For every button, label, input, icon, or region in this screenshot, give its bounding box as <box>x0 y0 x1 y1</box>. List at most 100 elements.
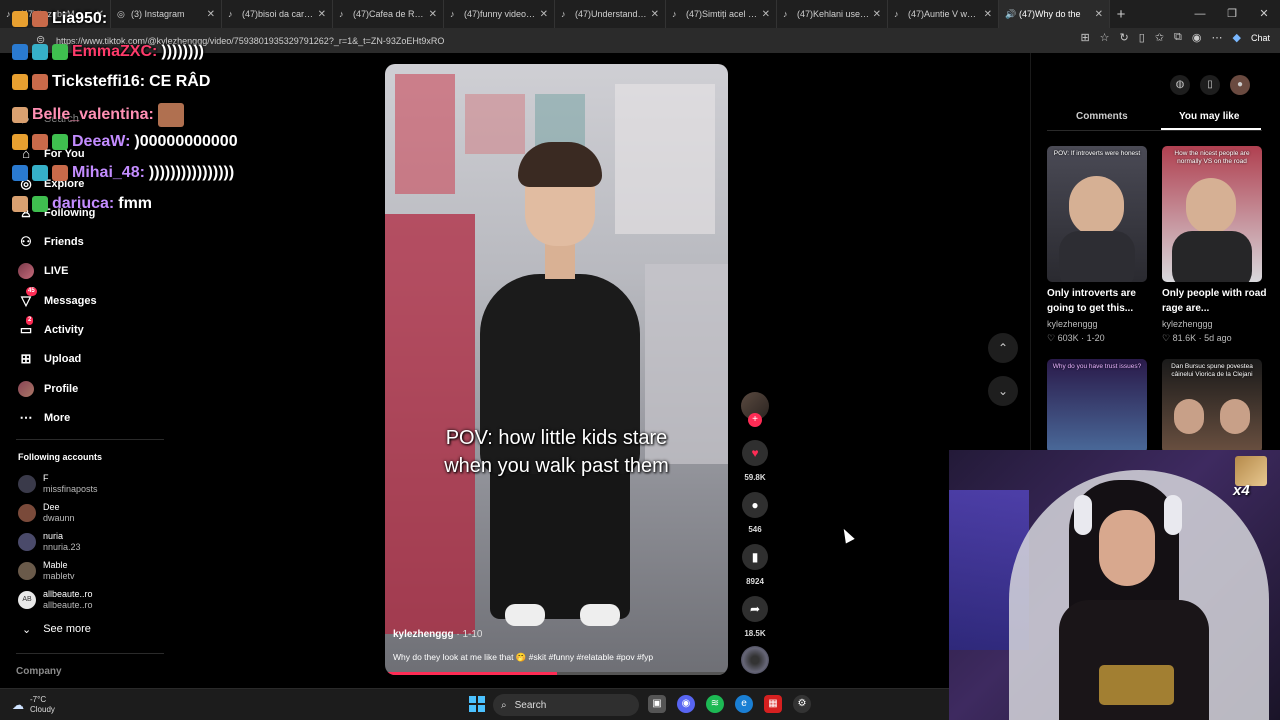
thumb-shirt <box>1059 231 1135 282</box>
video-description: Why do they look at me like that 🤭 #skit… <box>393 652 654 662</box>
browser-tab[interactable]: ♪ (47)funny video #sa ✕ <box>444 0 555 28</box>
friends-icon: ⚇ <box>20 234 32 249</box>
more-menu-icon[interactable]: ⋯ <box>1212 31 1223 44</box>
recommended-author[interactable]: kylezhenggg <box>1047 319 1098 329</box>
recommended-video-thumb[interactable]: Why do you have trust issues? <box>1047 359 1147 453</box>
tiktok-icon: ♪ <box>672 9 677 19</box>
nav-live[interactable]: LIVE <box>18 263 68 279</box>
chat-button[interactable]: Chat <box>1251 33 1270 43</box>
account-item[interactable]: Fmissfinaposts <box>18 473 98 495</box>
browser-tab[interactable]: ♪ (47)Simtiți acel sent ✕ <box>666 0 777 28</box>
new-tab-button[interactable]: + <box>1110 6 1132 23</box>
close-window-icon[interactable]: ✕ <box>1248 0 1280 28</box>
thumb-shirt <box>1172 231 1252 282</box>
music-disc-icon[interactable] <box>741 646 769 674</box>
chat-message: dariuca: fmm <box>12 195 152 213</box>
browser-tab[interactable]: ◎ (3) Instagram ✕ <box>111 0 222 28</box>
video-author[interactable]: kylezhenggg · 1-10 <box>393 629 482 640</box>
task-view-icon[interactable]: ▣ <box>648 695 666 713</box>
account-item[interactable]: AB allbeaute..ro allbeaute..ro <box>18 589 93 611</box>
browser-tab[interactable]: ♪(47)Auntie V welcom✕ <box>888 0 999 28</box>
copilot-icon[interactable]: ◆ <box>1233 31 1241 44</box>
recommended-video-thumb[interactable]: Dan Bursuc spune povestea câinelui Viori… <box>1162 359 1262 453</box>
recommended-author[interactable]: kylezhenggg <box>1162 319 1213 329</box>
messages-icon: ▽ 45 <box>21 287 37 308</box>
split-screen-icon[interactable]: ▯ <box>1139 31 1145 44</box>
nav-friends[interactable]: ⚇ Friends <box>18 234 84 250</box>
company-link[interactable]: Company <box>16 666 62 677</box>
next-video-button[interactable]: ⌄ <box>988 376 1018 406</box>
mouse-cursor-icon <box>839 526 855 544</box>
nav-upload[interactable]: ⊞ Upload <box>18 351 82 367</box>
discord-icon[interactable]: ◉ <box>677 695 695 713</box>
minimize-icon[interactable]: — <box>1184 0 1216 28</box>
weather-widget[interactable]: ☁ -7°C Cloudy <box>12 695 55 715</box>
close-tab-icon[interactable]: ✕ <box>1095 9 1103 20</box>
nav-activity[interactable]: ▭ 2 Activity <box>18 316 84 338</box>
like-button[interactable]: ♥ 59.8K <box>740 440 770 482</box>
close-tab-icon[interactable]: ✕ <box>873 9 881 20</box>
app-available-icon[interactable]: ⊞ <box>1080 31 1089 44</box>
favorites-icon[interactable]: ✩ <box>1155 31 1164 44</box>
panel-icons: ◍ ▯ ● <box>1170 75 1250 95</box>
taskbar-search[interactable]: ⌕ Search <box>493 694 639 716</box>
close-tab-icon[interactable]: ✕ <box>318 9 326 20</box>
nav-more[interactable]: ⋯ More <box>18 410 71 426</box>
account-avatar <box>18 562 36 580</box>
close-tab-icon[interactable]: ✕ <box>540 9 548 20</box>
upload-icon: ⊞ <box>20 351 32 366</box>
account-item[interactable]: Mable mabletv <box>18 560 75 582</box>
thumb-face <box>1174 399 1204 434</box>
recommended-video-thumb[interactable]: POV: If introverts were honest <box>1047 146 1147 282</box>
video-player[interactable]: POV: how little kids stare when you walk… <box>385 64 728 675</box>
device-icon[interactable]: ▯ <box>1200 75 1220 95</box>
tab-you-may-like[interactable]: You may like <box>1179 111 1239 122</box>
coins-icon[interactable]: ◍ <box>1170 75 1190 95</box>
browser-tab[interactable]: ♪ (47)Kehlani uses he ✕ <box>777 0 888 28</box>
messages-badge: 45 <box>26 287 37 296</box>
browser-tab[interactable]: ♪(47)bisoi da cartile p✕ <box>222 0 333 28</box>
edge-icon[interactable]: e <box>735 695 753 713</box>
account-item[interactable]: nuria nnuria.23 <box>18 531 81 553</box>
collections-icon[interactable]: ⧉ <box>1174 31 1182 44</box>
url-field[interactable]: https://www.tiktok.com/@kylezhenggg/vide… <box>56 33 1086 49</box>
nav-profile[interactable]: Profile <box>18 381 78 397</box>
spotify-icon[interactable]: ≋ <box>706 695 724 713</box>
video-progress-bar[interactable] <box>385 672 728 675</box>
see-more-button[interactable]: ⌄ See more <box>22 623 91 636</box>
store-rack <box>465 94 525 154</box>
close-tab-icon[interactable]: ✕ <box>762 9 770 20</box>
windows-start-icon[interactable] <box>469 696 485 712</box>
close-tab-icon[interactable]: ✕ <box>651 9 659 20</box>
user-avatar-icon[interactable]: ● <box>1230 75 1250 95</box>
browser-tab[interactable]: ♪(47)Cafea de Regim✕ <box>333 0 444 28</box>
app-icon[interactable]: ▦ <box>764 695 782 713</box>
sub-badge-icon <box>12 44 28 60</box>
close-tab-icon[interactable]: ✕ <box>429 9 437 20</box>
previous-video-button[interactable]: ⌃ <box>988 333 1018 363</box>
comment-button[interactable]: ● 546 <box>740 492 770 534</box>
browser-tab-active[interactable]: 🔊 (47)Why do the ✕ <box>999 0 1110 28</box>
follow-plus-icon[interactable]: + <box>748 413 762 427</box>
heart-outline-icon: ♡ <box>1047 333 1056 343</box>
heart-icon: ♥ <box>742 440 768 466</box>
settings-icon[interactable]: ⚙ <box>793 695 811 713</box>
refresh-icon[interactable]: ↻ <box>1120 31 1129 44</box>
recommended-title[interactable]: Only introverts are going to get this... <box>1047 286 1152 316</box>
profile-avatar-icon[interactable]: ◉ <box>1192 31 1202 44</box>
favorite-star-icon[interactable]: ☆ <box>1100 31 1110 44</box>
browser-tab[interactable]: ♪(47)Understanding S✕ <box>555 0 666 28</box>
close-tab-icon[interactable]: ✕ <box>207 9 215 20</box>
nav-messages[interactable]: ▽ 45 Messages <box>18 287 97 309</box>
save-button[interactable]: ▮ 8924 <box>740 544 770 586</box>
divider <box>16 653 164 654</box>
share-button[interactable]: ➦ 18.5K <box>740 596 770 638</box>
tiktok-icon: ♪ <box>339 9 344 19</box>
recommended-title[interactable]: Only people with road rage are... <box>1162 286 1267 316</box>
recommended-video-thumb[interactable]: How the nicest people are normally VS on… <box>1162 146 1262 282</box>
account-item[interactable]: Dee dwaunn <box>18 502 75 524</box>
divider <box>16 439 164 440</box>
tab-comments[interactable]: Comments <box>1076 111 1128 122</box>
restore-icon[interactable]: ❐ <box>1216 0 1248 28</box>
close-tab-icon[interactable]: ✕ <box>984 9 992 20</box>
